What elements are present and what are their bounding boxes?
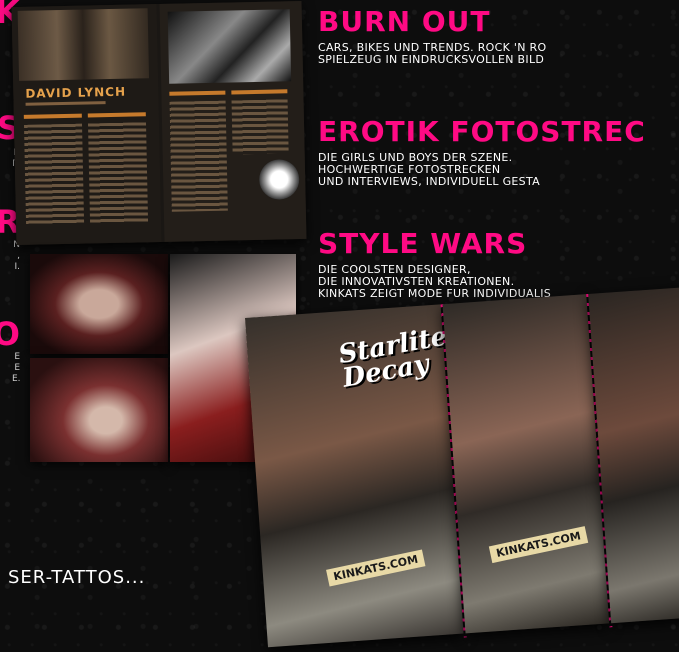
text-column <box>87 122 149 224</box>
spread-right-page <box>159 0 307 242</box>
article-title: DAVID LYNCH <box>25 84 127 101</box>
cutoff-text: E E E. <box>12 352 21 384</box>
poster-brand-label: KINKATS.COM <box>326 549 426 587</box>
text-line: DIE GIRLS UND BOYS DER SZENE. <box>318 152 513 164</box>
text-block <box>87 112 146 118</box>
text-block <box>169 90 226 96</box>
portrait-photo <box>17 8 150 81</box>
poster-middle: KINKATS.COM <box>442 294 610 634</box>
poster-starlite: Starlite Decay KINKATS.COM <box>245 304 464 648</box>
heading-burn-out: BURN OUT <box>318 5 491 38</box>
text-line: DIE COOLSTEN DESIGNER, <box>318 264 471 276</box>
text-block <box>23 113 82 119</box>
article-subtitle-bar <box>25 101 106 106</box>
text-burn-out: CARS, BIKES UND TRENDS. ROCK 'N RO SPIEL… <box>318 42 679 66</box>
text-line: CARS, BIKES UND TRENDS. ROCK 'N RO <box>318 42 547 54</box>
heading-erotik: EROTIK FOTOSTREC <box>318 115 646 148</box>
cutoff-letter: O <box>0 315 20 353</box>
heading-style-wars: STYLE WARS <box>318 227 528 260</box>
text-column <box>231 99 289 155</box>
poster-spread: Starlite Decay KINKATS.COM KINKATS.COM <box>245 285 679 651</box>
magazine-spread: DAVID LYNCH <box>11 0 307 246</box>
text-line: HOCHWERTIGE FOTOSTRECKEN <box>318 164 501 176</box>
photo-model-1 <box>30 254 168 354</box>
photo-model-2 <box>30 358 168 462</box>
bw-photo <box>167 9 292 84</box>
text-column <box>24 123 85 225</box>
text-line: DIE INNOVATIVSTEN KREATIONEN. <box>318 276 515 288</box>
text-column <box>169 100 228 212</box>
text-line: SPIELZEUG IN EINDRUCKSVOLLEN BILD <box>318 54 545 66</box>
bottom-caption: SER-TATTOS... <box>8 567 146 588</box>
text-erotik: DIE GIRLS UND BOYS DER SZENE. HOCHWERTIG… <box>318 152 679 188</box>
text-line: UND INTERVIEWS, INDIVIDUELL GESTA <box>318 176 540 188</box>
poster-brand-label: KINKATS.COM <box>488 526 589 564</box>
disc-image <box>258 159 300 200</box>
poster-title: Starlite Decay <box>336 321 450 394</box>
spread-left-page: DAVID LYNCH <box>11 4 162 246</box>
text-block <box>231 89 288 95</box>
